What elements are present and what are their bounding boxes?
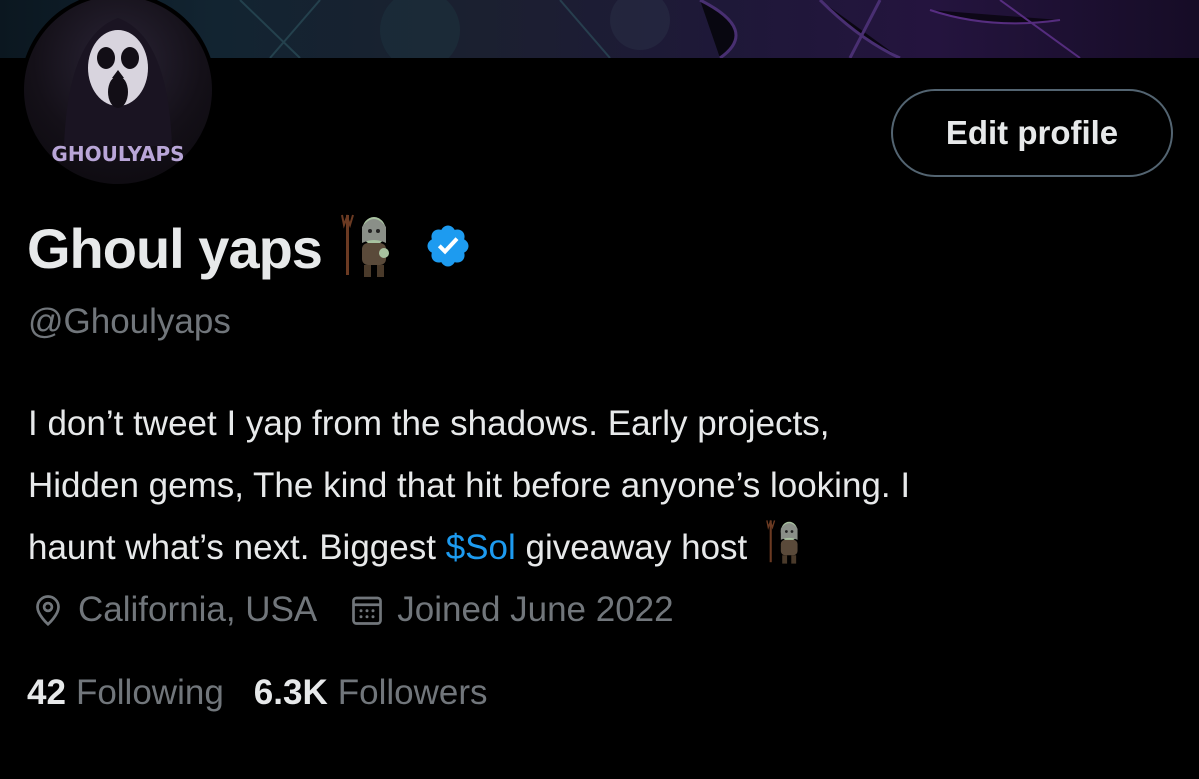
avatar-image: GHOULYAPS — [24, 0, 212, 184]
joined-item: Joined June 2022 — [349, 590, 674, 630]
cashtag-link[interactable]: $Sol — [446, 528, 516, 567]
calendar-icon — [352, 596, 383, 625]
display-name: Ghoul yaps — [27, 216, 323, 280]
verified-badge-icon[interactable] — [424, 222, 472, 275]
bio-line: Hidden gems, The kind that hit before an… — [28, 466, 911, 505]
profile-bio: I don’t tweet I yap from the shadows. Ea… — [28, 393, 1178, 585]
ghoul-emoji-icon — [765, 519, 805, 585]
location-item: California, USA — [30, 590, 317, 630]
profile-meta: California, USA Joined June 2022 — [30, 585, 674, 635]
bio-line: I don’t tweet I yap from the shadows. Ea… — [28, 404, 830, 443]
joined-text: Joined June 2022 — [397, 590, 674, 629]
location-text: California, USA — [78, 590, 318, 629]
bio-text: giveaway host — [515, 528, 748, 567]
bio-text: haunt what’s next. Biggest — [28, 528, 446, 567]
edit-profile-button[interactable]: Edit profile — [891, 89, 1173, 177]
profile-stats: 42 Following 6.3K Followers — [27, 668, 488, 718]
followers-link[interactable]: 6.3K Followers — [254, 673, 488, 713]
location-pin-icon — [36, 595, 60, 627]
profile-avatar[interactable]: GHOULYAPS — [20, 0, 216, 188]
following-count: 42 — [27, 673, 66, 712]
followers-count: 6.3K — [253, 673, 328, 712]
bio-line: haunt what’s next. Biggest $Sol giveaway… — [28, 517, 1178, 585]
ghoul-emoji-icon — [340, 213, 396, 284]
following-label: Following — [75, 673, 224, 712]
following-link[interactable]: 42 Following — [27, 673, 224, 713]
display-name-row: Ghoul yaps — [27, 213, 472, 283]
avatar-label: GHOULYAPS — [51, 142, 185, 166]
followers-label: Followers — [337, 673, 488, 712]
profile-handle: @Ghoulyaps — [28, 302, 231, 341]
